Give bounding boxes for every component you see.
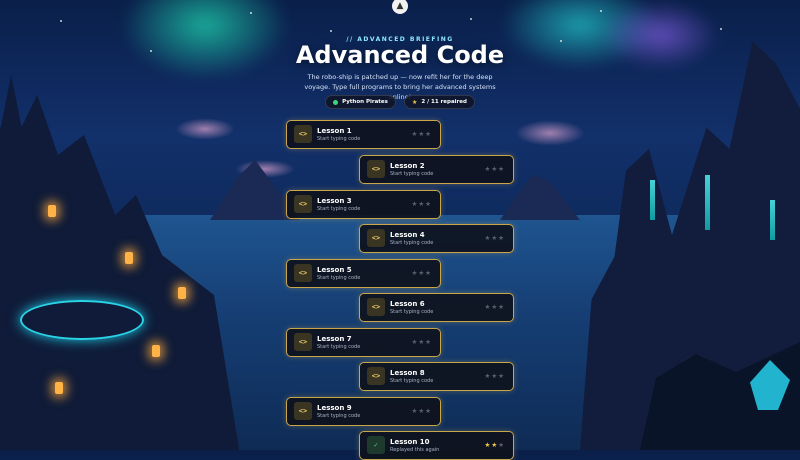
page-title: Advanced Code	[295, 41, 505, 69]
lesson-card[interactable]: <> Lesson 8 Start typing code ★★★	[359, 362, 514, 391]
lesson-subtitle: Start typing code	[317, 206, 361, 212]
status-dot-icon	[333, 99, 339, 105]
lantern	[125, 252, 133, 264]
star-icon: ★	[425, 338, 432, 346]
lesson-subtitle: Start typing code	[390, 378, 434, 384]
progress-count: 2 / 11 repaired	[421, 99, 467, 105]
lantern	[48, 205, 56, 217]
star	[330, 30, 332, 32]
lesson-subtitle: Start typing code	[317, 413, 361, 419]
lesson-title: Lesson 6	[390, 300, 425, 308]
lantern	[178, 287, 186, 299]
star-icon: ★	[425, 269, 432, 277]
waterfall	[705, 175, 710, 230]
lesson-card[interactable]: <> Lesson 1 Start typing code ★★★	[286, 120, 441, 149]
glowing-platform	[20, 300, 144, 340]
status-chips: Python Pirates ★ 2 / 11 repaired	[0, 95, 800, 109]
lesson-subtitle: Start typing code	[317, 344, 361, 350]
cloud	[515, 120, 585, 146]
lesson-card[interactable]: <> Lesson 3 Start typing code ★★★	[286, 190, 441, 219]
star-rating: ★★★	[412, 338, 432, 346]
lesson-card[interactable]: ✓ Lesson 10 Replayed this again ★★★	[359, 431, 514, 460]
waterfall	[770, 200, 775, 240]
lesson-subtitle: Start typing code	[390, 171, 434, 177]
star-rating: ★★★	[485, 441, 505, 449]
star-icon: ★	[498, 234, 505, 242]
code-brackets-icon: <>	[294, 333, 312, 351]
lesson-title: Lesson 2	[390, 162, 425, 170]
lesson-card[interactable]: <> Lesson 6 Start typing code ★★★	[359, 293, 514, 322]
lesson-title: Lesson 1	[317, 127, 352, 135]
lesson-title: Lesson 4	[390, 231, 425, 239]
cloud	[175, 118, 235, 140]
star-icon: ★	[498, 441, 505, 449]
code-brackets-icon: <>	[294, 195, 312, 213]
code-brackets-icon: <>	[367, 229, 385, 247]
lesson-title: Lesson 10	[390, 438, 430, 446]
lesson-title: Lesson 8	[390, 369, 425, 377]
waterfall	[650, 180, 655, 220]
lesson-title: Lesson 5	[317, 266, 352, 274]
star-rating: ★★★	[485, 372, 505, 380]
lesson-card[interactable]: <> Lesson 9 Start typing code ★★★	[286, 397, 441, 426]
star-icon: ★	[425, 130, 432, 138]
lesson-card[interactable]: <> Lesson 7 Start typing code ★★★	[286, 328, 441, 357]
trophy-icon: ★	[411, 98, 418, 106]
lesson-subtitle: Replayed this again	[390, 447, 440, 453]
star-rating: ★★★	[485, 303, 505, 311]
code-brackets-icon: <>	[367, 298, 385, 316]
lesson-subtitle: Start typing code	[390, 240, 434, 246]
star-icon: ★	[425, 407, 432, 415]
lesson-title: Lesson 3	[317, 197, 352, 205]
star-rating: ★★★	[485, 234, 505, 242]
course-chip: Python Pirates	[325, 95, 396, 109]
star-icon: ★	[498, 165, 505, 173]
star	[60, 20, 62, 22]
course-name: Python Pirates	[342, 99, 388, 105]
star-rating: ★★★	[412, 200, 432, 208]
lesson-title: Lesson 9	[317, 404, 352, 412]
lesson-title: Lesson 7	[317, 335, 352, 343]
lantern	[55, 382, 63, 394]
star-rating: ★★★	[412, 130, 432, 138]
lesson-card[interactable]: <> Lesson 5 Start typing code ★★★	[286, 259, 441, 288]
star-icon: ★	[498, 303, 505, 311]
checkmark-icon: ✓	[367, 436, 385, 454]
star-rating: ★★★	[412, 407, 432, 415]
star-icon: ★	[425, 200, 432, 208]
star	[470, 18, 472, 20]
code-brackets-icon: <>	[294, 402, 312, 420]
star-rating: ★★★	[485, 165, 505, 173]
code-brackets-icon: <>	[294, 125, 312, 143]
lantern	[152, 345, 160, 357]
star	[250, 12, 252, 14]
code-brackets-icon: <>	[367, 367, 385, 385]
star	[720, 28, 722, 30]
code-brackets-icon: <>	[294, 264, 312, 282]
lesson-subtitle: Start typing code	[390, 309, 434, 315]
lesson-card[interactable]: <> Lesson 4 Start typing code ★★★	[359, 224, 514, 253]
lesson-card[interactable]: <> Lesson 2 Start typing code ★★★	[359, 155, 514, 184]
progress-chip: ★ 2 / 11 repaired	[403, 95, 475, 109]
code-brackets-icon: <>	[367, 160, 385, 178]
lesson-subtitle: Start typing code	[317, 136, 361, 142]
star-rating: ★★★	[412, 269, 432, 277]
star-icon: ★	[498, 372, 505, 380]
star	[600, 10, 602, 12]
lesson-subtitle: Start typing code	[317, 275, 361, 281]
